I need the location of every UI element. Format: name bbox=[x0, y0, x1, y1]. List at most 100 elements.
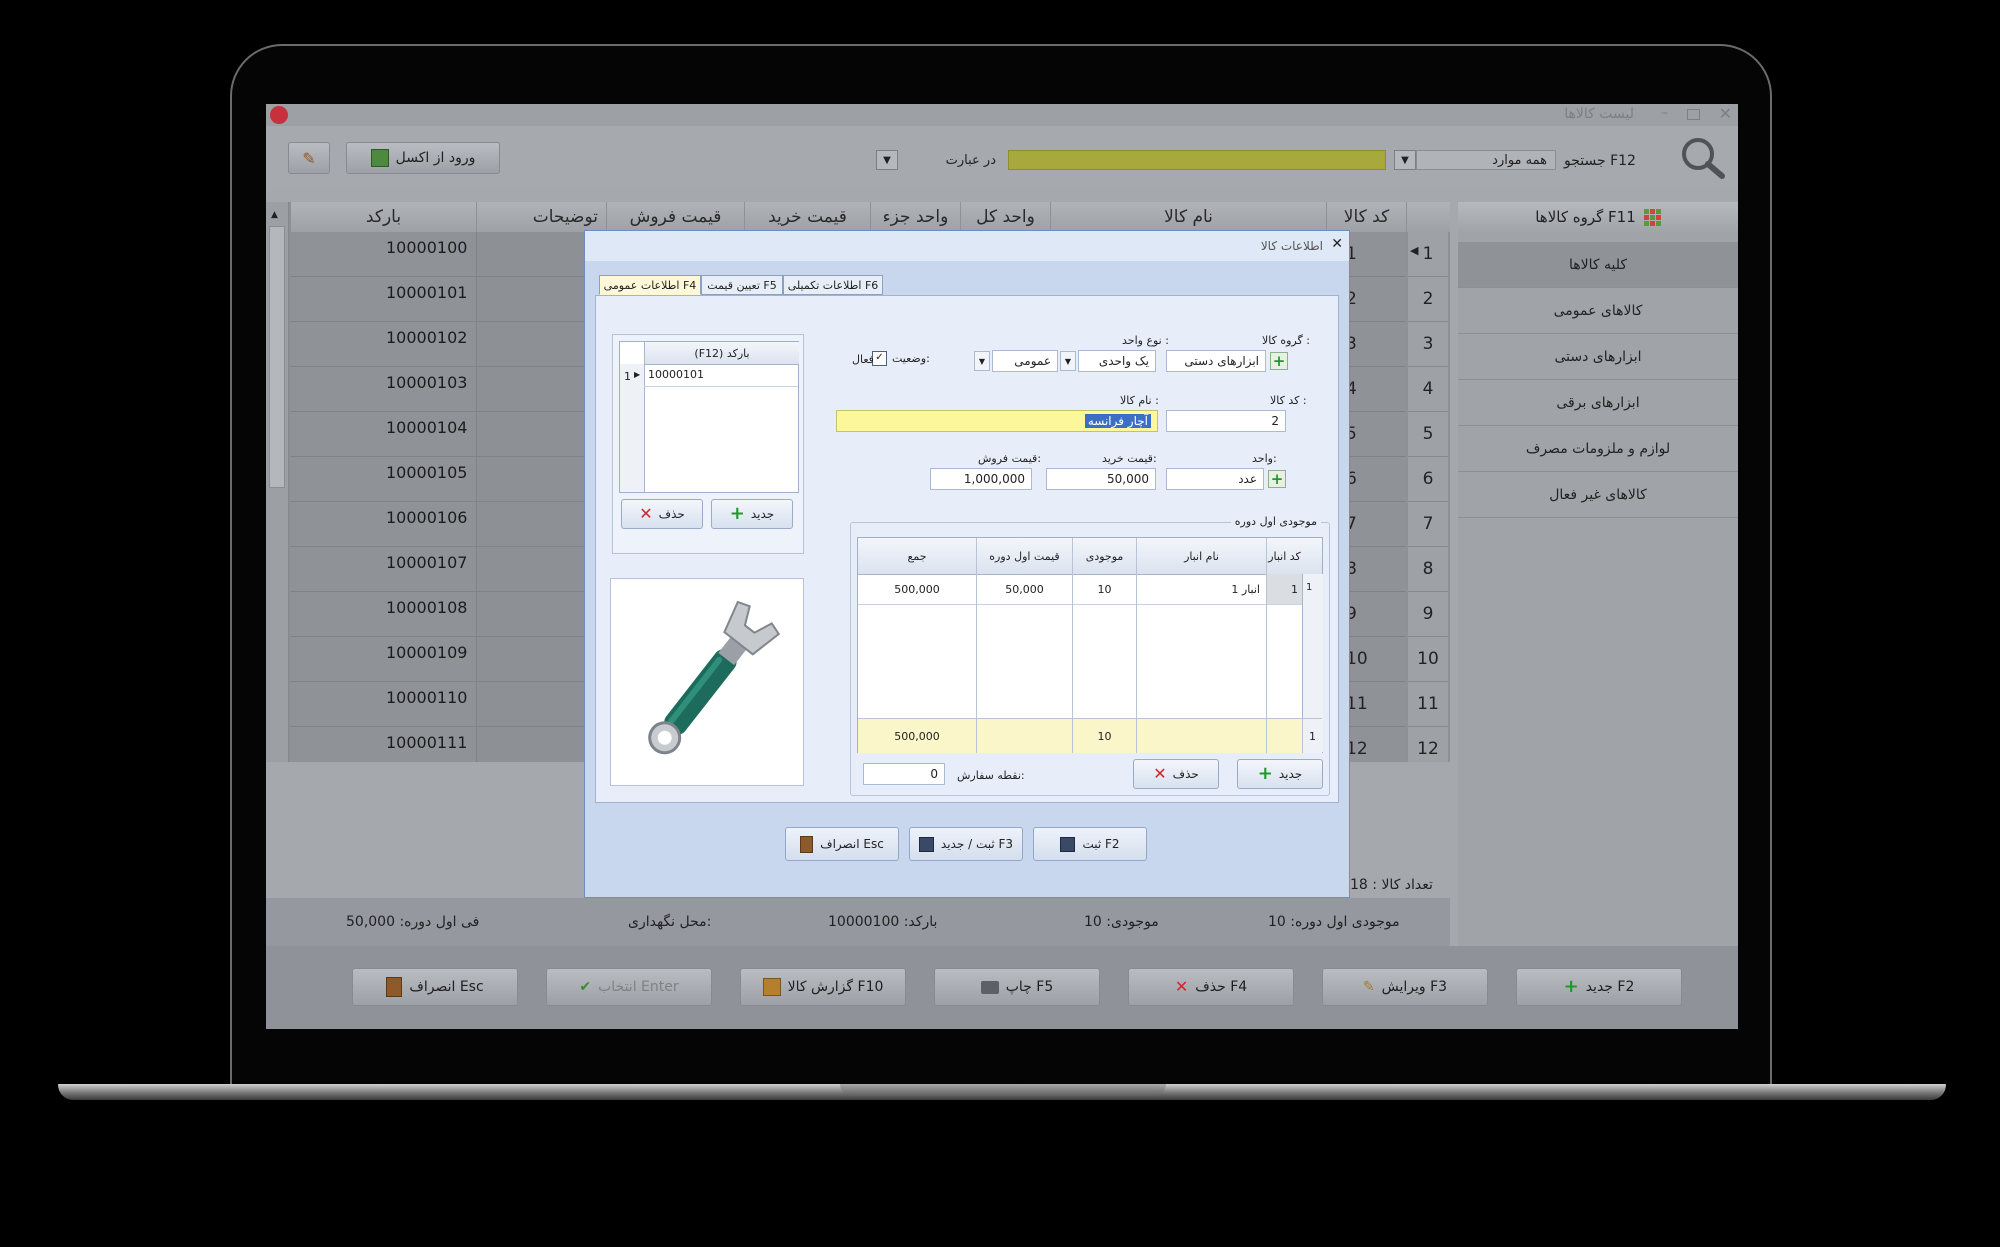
search-mode-dropdown[interactable]: ▼ bbox=[876, 150, 898, 170]
barcode-delete-button[interactable]: ✕ حذف bbox=[621, 499, 703, 529]
close-icon[interactable]: ✕ bbox=[1719, 104, 1732, 123]
barcode-cell[interactable]: 10000108 bbox=[386, 598, 467, 617]
search-label: جستجو F12 bbox=[1564, 153, 1636, 169]
header-code[interactable]: کد کالا bbox=[1326, 202, 1406, 232]
unit-type-dropdown-icon[interactable]: ▼ bbox=[1060, 351, 1076, 371]
stock-row-num: 1 bbox=[1306, 582, 1313, 593]
group-header-label: گروه کالاها F11 bbox=[1535, 208, 1636, 226]
sidebar-item-power-tools[interactable]: ابزارهای برقی bbox=[1458, 380, 1738, 426]
delete-icon: ✕ bbox=[639, 504, 653, 523]
save-new-button[interactable]: ثبت / جدید F3 bbox=[909, 827, 1023, 861]
stock-delete-button[interactable]: ✕ حذف bbox=[1133, 759, 1219, 789]
sidebar-item-inactive[interactable]: کالاهای غیر فعال bbox=[1458, 472, 1738, 518]
barcode-new-button[interactable]: + جدید bbox=[711, 499, 793, 529]
header-sub-unit[interactable]: واحد جزء bbox=[870, 202, 960, 232]
barcode-cell[interactable]: 10000109 bbox=[386, 643, 467, 662]
stock-header-name[interactable]: نام انبار bbox=[1136, 538, 1266, 574]
new-button[interactable]: + جدید F2 bbox=[1516, 968, 1682, 1006]
dialog-cancel-button[interactable]: انصراف Esc bbox=[785, 827, 899, 861]
vertical-scrollbar[interactable]: ▲ ▼ bbox=[266, 202, 289, 762]
stock-row[interactable]: 1 انبار 1 10 50,000 500,000 bbox=[858, 574, 1302, 605]
stock-col-lines bbox=[858, 604, 1302, 718]
save-icon bbox=[918, 836, 934, 852]
category-dropdown-icon[interactable]: ▼ bbox=[974, 351, 990, 371]
grid-header: بارکد توضیحات قیمت فروش قیمت خرید واحد ج… bbox=[266, 202, 1450, 232]
search-icon[interactable] bbox=[1680, 136, 1726, 180]
header-name[interactable]: نام کالا bbox=[1050, 202, 1326, 232]
barcode-cell[interactable]: 10000110 bbox=[386, 688, 467, 707]
barcode-cell[interactable]: 10000102 bbox=[386, 328, 467, 347]
plus-icon: + bbox=[1272, 351, 1286, 370]
screen: لیست کالاها – ✕ ✎ ورود از اکسل ▼ در عبار… bbox=[266, 104, 1738, 1029]
barcode-cell[interactable]: 10000111 bbox=[386, 733, 467, 752]
stock-row-total[interactable]: 500,000 bbox=[858, 574, 976, 604]
sidebar-item-supplies[interactable]: لوازم و ملزومات مصرف bbox=[1458, 426, 1738, 472]
palette-button[interactable]: ✎ bbox=[288, 142, 330, 174]
sell-price-field[interactable]: 1,000,000 bbox=[930, 468, 1032, 490]
select-button[interactable]: ✔ انتخاب Enter bbox=[546, 968, 712, 1006]
barcode-cell[interactable]: 10000103 bbox=[386, 373, 467, 392]
sidebar-item-hand-tools[interactable]: ابزارهای دستی bbox=[1458, 334, 1738, 380]
import-excel-button[interactable]: ورود از اکسل bbox=[346, 142, 500, 174]
dialog-close-icon[interactable]: ✕ bbox=[1331, 236, 1343, 252]
group-add-button[interactable]: + bbox=[1270, 352, 1288, 370]
barcode-cell[interactable]: 10000104 bbox=[386, 418, 467, 437]
code-field[interactable]: 2 bbox=[1166, 410, 1286, 432]
barcode-cell[interactable]: 10000101 bbox=[386, 283, 467, 302]
scroll-up-icon[interactable]: ▲ bbox=[271, 210, 278, 220]
save-button[interactable]: ثبت F2 bbox=[1033, 827, 1147, 861]
search-scope-dropdown[interactable]: ▼ bbox=[1394, 150, 1416, 170]
scroll-thumb[interactable] bbox=[269, 226, 285, 488]
search-mode-label: در عبارت bbox=[945, 153, 996, 168]
stock-new-button[interactable]: + جدید bbox=[1237, 759, 1323, 789]
stock-row-name[interactable]: انبار 1 bbox=[1136, 574, 1266, 604]
stock-row-qty[interactable]: 10 bbox=[1072, 574, 1136, 604]
report-button[interactable]: گزارش کالا F10 bbox=[740, 968, 906, 1006]
unit-type-select[interactable]: یک واحدی bbox=[1078, 350, 1156, 372]
active-checkbox[interactable]: ✓ bbox=[872, 351, 887, 366]
general-panel: (F12) بارکد 1 ▶ 10000101 + جدید ✕ حذف گر… bbox=[595, 295, 1339, 803]
stock-header-total[interactable]: جمع bbox=[858, 538, 976, 574]
edit-button[interactable]: ✎ ویرایش F3 bbox=[1322, 968, 1488, 1006]
tab-pricing[interactable]: تعیین قیمت F5 bbox=[701, 275, 783, 295]
save-icon bbox=[1060, 836, 1076, 852]
barcode-cell[interactable]: 10000107 bbox=[386, 553, 467, 572]
stock-header-qty[interactable]: موجودی bbox=[1072, 538, 1136, 574]
sidebar-item-all[interactable]: کلیه کالاها bbox=[1458, 242, 1738, 288]
name-field[interactable]: آچار فرانسه bbox=[836, 410, 1158, 432]
wrench-icon bbox=[648, 600, 781, 755]
header-barcode[interactable]: بارکد bbox=[290, 202, 476, 232]
header-unit[interactable]: واحد کل bbox=[960, 202, 1050, 232]
buy-price-field[interactable]: 50,000 bbox=[1046, 468, 1156, 490]
unit-add-button[interactable]: + bbox=[1268, 470, 1286, 488]
header-sell-price[interactable]: قیمت فروش bbox=[606, 202, 744, 232]
cancel-button[interactable]: انصراف Esc bbox=[352, 968, 518, 1006]
barcode-cell[interactable]: 10000100 bbox=[386, 238, 467, 257]
product-image[interactable] bbox=[610, 578, 804, 786]
search-input[interactable] bbox=[1008, 150, 1386, 170]
search-scope-select[interactable]: همه موارد bbox=[1416, 150, 1556, 170]
stock-row-code[interactable]: 1 bbox=[1266, 574, 1302, 604]
unit-field[interactable]: عدد bbox=[1166, 468, 1264, 490]
barcode-cell[interactable]: 10000106 bbox=[386, 508, 467, 527]
tab-extra[interactable]: اطلاعات تکمیلی F6 bbox=[783, 275, 883, 295]
tab-general[interactable]: اطلاعات عمومی F4 bbox=[599, 275, 701, 295]
order-point-field[interactable]: 0 bbox=[863, 763, 945, 785]
restore-icon[interactable] bbox=[1687, 109, 1700, 120]
minimize-icon[interactable]: – bbox=[1661, 105, 1668, 121]
stock-row-price[interactable]: 50,000 bbox=[976, 574, 1072, 604]
print-button[interactable]: چاپ F5 bbox=[934, 968, 1100, 1006]
category-select[interactable]: عمومی bbox=[992, 350, 1058, 372]
delete-button[interactable]: ✕ حذف F4 bbox=[1128, 968, 1294, 1006]
stock-header-price[interactable]: قیمت اول دوره bbox=[976, 538, 1072, 574]
barcode-cell[interactable]: 10000101 bbox=[648, 368, 704, 381]
header-notes[interactable]: توضیحات bbox=[476, 202, 606, 232]
status-label: وضعیت: bbox=[892, 352, 930, 365]
current-row-marker-icon: ◀ bbox=[1410, 244, 1419, 257]
stock-header-code[interactable]: کد انبار bbox=[1266, 538, 1302, 574]
group-field[interactable]: ابزارهای دستی bbox=[1166, 350, 1266, 372]
row-number: 3 bbox=[1408, 322, 1448, 367]
sidebar-item-general[interactable]: کالاهای عمومی bbox=[1458, 288, 1738, 334]
header-buy-price[interactable]: قیمت خرید bbox=[744, 202, 870, 232]
barcode-cell[interactable]: 10000105 bbox=[386, 463, 467, 482]
